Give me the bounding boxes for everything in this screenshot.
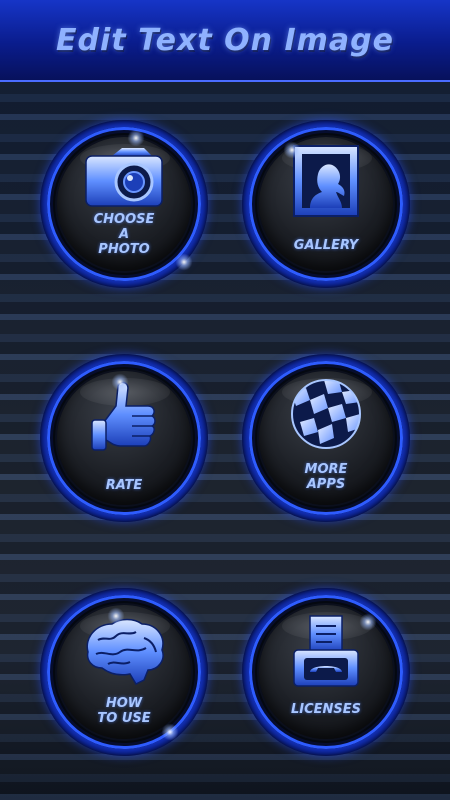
sparkle bbox=[358, 612, 378, 632]
menu-grid: CHOOSE A PHOTO GALLERY RATE MORE APPS HO… bbox=[0, 0, 450, 800]
sparkle bbox=[106, 606, 126, 626]
brain-icon bbox=[86, 618, 164, 685]
checkered-globe-icon bbox=[291, 379, 361, 449]
sparkle bbox=[126, 128, 146, 148]
choose-photo-label: CHOOSE A PHOTO bbox=[93, 212, 155, 257]
licenses-button[interactable]: LICENSES bbox=[242, 588, 410, 756]
sparkle bbox=[160, 722, 180, 742]
gallery-label: GALLERY bbox=[293, 238, 359, 253]
rate-label: RATE bbox=[105, 478, 143, 493]
choose-photo-button[interactable]: CHOOSE A PHOTO bbox=[40, 120, 208, 288]
how-to-use-button[interactable]: HOW TO USE bbox=[40, 588, 208, 756]
sparkle bbox=[110, 372, 130, 392]
more-apps-label: MORE APPS bbox=[304, 462, 348, 492]
how-to-use-label: HOW TO USE bbox=[97, 696, 151, 726]
licenses-label: LICENSES bbox=[290, 702, 362, 717]
gallery-button[interactable]: GALLERY bbox=[242, 120, 410, 288]
sparkle bbox=[174, 252, 194, 272]
sparkle bbox=[282, 140, 302, 160]
more-apps-button[interactable]: MORE APPS bbox=[242, 354, 410, 522]
rate-button[interactable]: RATE bbox=[40, 354, 208, 522]
